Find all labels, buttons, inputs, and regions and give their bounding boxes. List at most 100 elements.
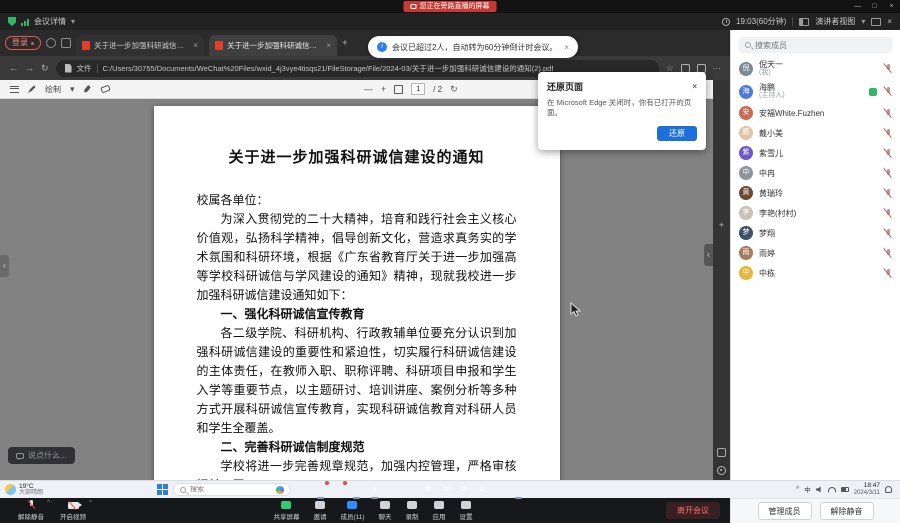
unmute-control[interactable]: 解除静音 ^ <box>10 500 52 521</box>
new-tab-button[interactable]: + <box>342 38 348 49</box>
edge-sidebar-icon[interactable] <box>717 88 727 98</box>
taskbar-app-icon[interactable]: W <box>440 483 453 496</box>
sidebar-collapse-icon[interactable]: ‹ <box>704 244 713 266</box>
grid-view-icon[interactable] <box>871 18 881 26</box>
tab-close-icon[interactable]: × <box>326 41 331 50</box>
taskbar-app-icon[interactable]: P <box>458 483 471 496</box>
taskbar-clock[interactable]: 18:47 2024/3/11 <box>854 482 880 496</box>
taskbar-app-icon[interactable] <box>296 483 309 496</box>
fit-to-width-icon[interactable] <box>394 85 403 94</box>
muted-mic-icon[interactable] <box>883 168 892 179</box>
tray-expand-icon[interactable]: ^ <box>796 486 799 493</box>
toast-close-icon[interactable]: × <box>564 43 569 52</box>
browser-tab[interactable]: 关于进一步加强科研诚信建设(的... × <box>76 35 204 56</box>
meeting-detail-button[interactable]: 会议详情 <box>34 16 66 27</box>
maximize-button[interactable]: □ <box>866 0 883 13</box>
taskbar-app-icon[interactable] <box>332 483 345 496</box>
refresh-icon[interactable]: ↻ <box>41 63 49 74</box>
meeting-tool[interactable]: 应用 <box>433 501 446 521</box>
highlighter-icon[interactable] <box>84 85 92 93</box>
sidebar-add-icon[interactable]: + <box>719 221 724 230</box>
edge-sidebar-icon[interactable] <box>717 202 727 212</box>
meeting-tool[interactable]: 设置 <box>460 501 473 521</box>
edge-sidebar-icon[interactable] <box>717 145 727 155</box>
browser-tab-active[interactable]: 关于进一步加强科研诚信建设(的... × <box>209 35 337 56</box>
meeting-tool[interactable]: 聊天 <box>379 501 392 521</box>
sidebar-customize-icon[interactable] <box>717 448 726 457</box>
participant-row[interactable]: 梦 梦翔 <box>731 223 900 243</box>
participant-row[interactable]: 紫 紫雪儿 <box>731 143 900 163</box>
muted-mic-icon[interactable] <box>883 128 892 139</box>
dialog-close-icon[interactable]: × <box>692 82 697 91</box>
participant-row[interactable]: 戴 戴小美 <box>731 123 900 143</box>
participant-search-input[interactable] <box>755 41 886 50</box>
participant-row[interactable]: 倪 倪天一 (我) <box>731 57 900 80</box>
taskbar-app-icon[interactable] <box>512 483 525 496</box>
participant-row[interactable]: 李 李艳(村村) <box>731 203 900 223</box>
muted-mic-icon[interactable] <box>883 268 892 279</box>
participant-row[interactable]: 安 安福White.Fuzhen <box>731 103 900 123</box>
edge-sidebar-icon[interactable] <box>717 164 727 174</box>
muted-mic-icon[interactable] <box>883 63 892 74</box>
participant-row[interactable]: 雨 雨婷 <box>731 243 900 263</box>
workspaces-icon[interactable] <box>61 38 71 48</box>
leave-meeting-button[interactable]: 离开会议 <box>666 502 720 519</box>
muted-mic-icon[interactable] <box>883 248 892 259</box>
pdf-viewport[interactable]: ‹ 关于进一步加强科研诚信建设的通知 校属各单位： 为深入贯彻党的二十大精神，培… <box>0 99 713 480</box>
zoom-out-icon[interactable]: — <box>364 84 373 94</box>
muted-mic-icon[interactable] <box>883 208 892 219</box>
sidebar-settings-gear-icon[interactable] <box>717 466 726 475</box>
thumbnail-collapse-icon[interactable]: ‹ <box>0 255 9 277</box>
taskbar-search-input[interactable] <box>190 486 260 493</box>
chevron-up-icon[interactable]: ^ <box>47 500 50 506</box>
meeting-tool[interactable]: 邀请 <box>313 501 326 521</box>
tab-close-icon[interactable]: × <box>193 41 198 50</box>
manage-members-button[interactable]: 管理成员 <box>758 502 812 520</box>
chevron-up-icon[interactable]: ^ <box>89 500 92 506</box>
volume-icon[interactable] <box>816 486 823 492</box>
edge-sidebar-icon[interactable] <box>717 107 727 117</box>
muted-mic-icon[interactable] <box>883 86 892 97</box>
start-button[interactable] <box>157 484 168 495</box>
taskbar-app-icon[interactable]: W <box>422 483 435 496</box>
participant-row[interactable]: 中 中冉 <box>731 163 900 183</box>
ime-indicator[interactable]: 中 <box>804 484 811 494</box>
page-number-input[interactable]: 1 <box>411 83 425 95</box>
taskbar-app-icon[interactable] <box>404 483 417 496</box>
minimize-button[interactable]: — <box>849 0 866 13</box>
meeting-tool[interactable]: 成员(11) <box>340 501 364 521</box>
meeting-tool[interactable]: 录制 <box>406 501 419 521</box>
taskbar-search-box[interactable] <box>173 483 291 496</box>
muted-mic-icon[interactable] <box>883 148 892 159</box>
muted-mic-icon[interactable] <box>883 228 892 239</box>
start-video-control[interactable]: 开启视频 ^ <box>52 500 94 521</box>
unmute-all-button[interactable]: 解除静音 <box>820 502 874 520</box>
taskbar-app-icon[interactable] <box>494 483 507 496</box>
forward-icon[interactable]: → <box>25 63 34 73</box>
browser-login-button[interactable]: 登录 <box>5 36 41 50</box>
back-icon[interactable]: ← <box>9 63 18 73</box>
network-icon[interactable] <box>828 487 836 492</box>
pdf-menu-icon[interactable] <box>10 86 19 93</box>
toolbar-close-icon[interactable]: × <box>887 17 892 26</box>
eraser-icon[interactable] <box>100 85 111 94</box>
taskbar-weather-widget[interactable]: 19°C 大部晴朗 <box>5 483 83 497</box>
layout-icon[interactable] <box>799 18 809 26</box>
muted-mic-icon[interactable] <box>883 108 892 119</box>
profile-icon[interactable] <box>46 38 56 48</box>
participant-row[interactable]: 海 海鹏 (主持人) <box>731 80 900 103</box>
zoom-in-icon[interactable]: + <box>381 84 386 94</box>
restore-button[interactable]: 还原 <box>657 126 697 141</box>
meeting-tool[interactable]: 共享屏幕 <box>273 501 299 521</box>
close-button[interactable]: × <box>883 0 900 13</box>
taskbar-app-icon[interactable] <box>314 483 327 496</box>
participant-search-box[interactable] <box>739 37 892 53</box>
muted-mic-icon[interactable] <box>883 188 892 199</box>
taskbar-app-icon[interactable]: e <box>368 483 381 496</box>
taskbar-app-icon[interactable]: X <box>476 483 489 496</box>
browser-more-icon[interactable]: ··· <box>713 63 722 73</box>
participant-row[interactable]: 中 中栋 <box>731 263 900 283</box>
notification-center-icon[interactable] <box>885 486 892 493</box>
participant-row[interactable]: 黄 黄瑞玲 <box>731 183 900 203</box>
taskbar-app-icon[interactable] <box>350 483 363 496</box>
